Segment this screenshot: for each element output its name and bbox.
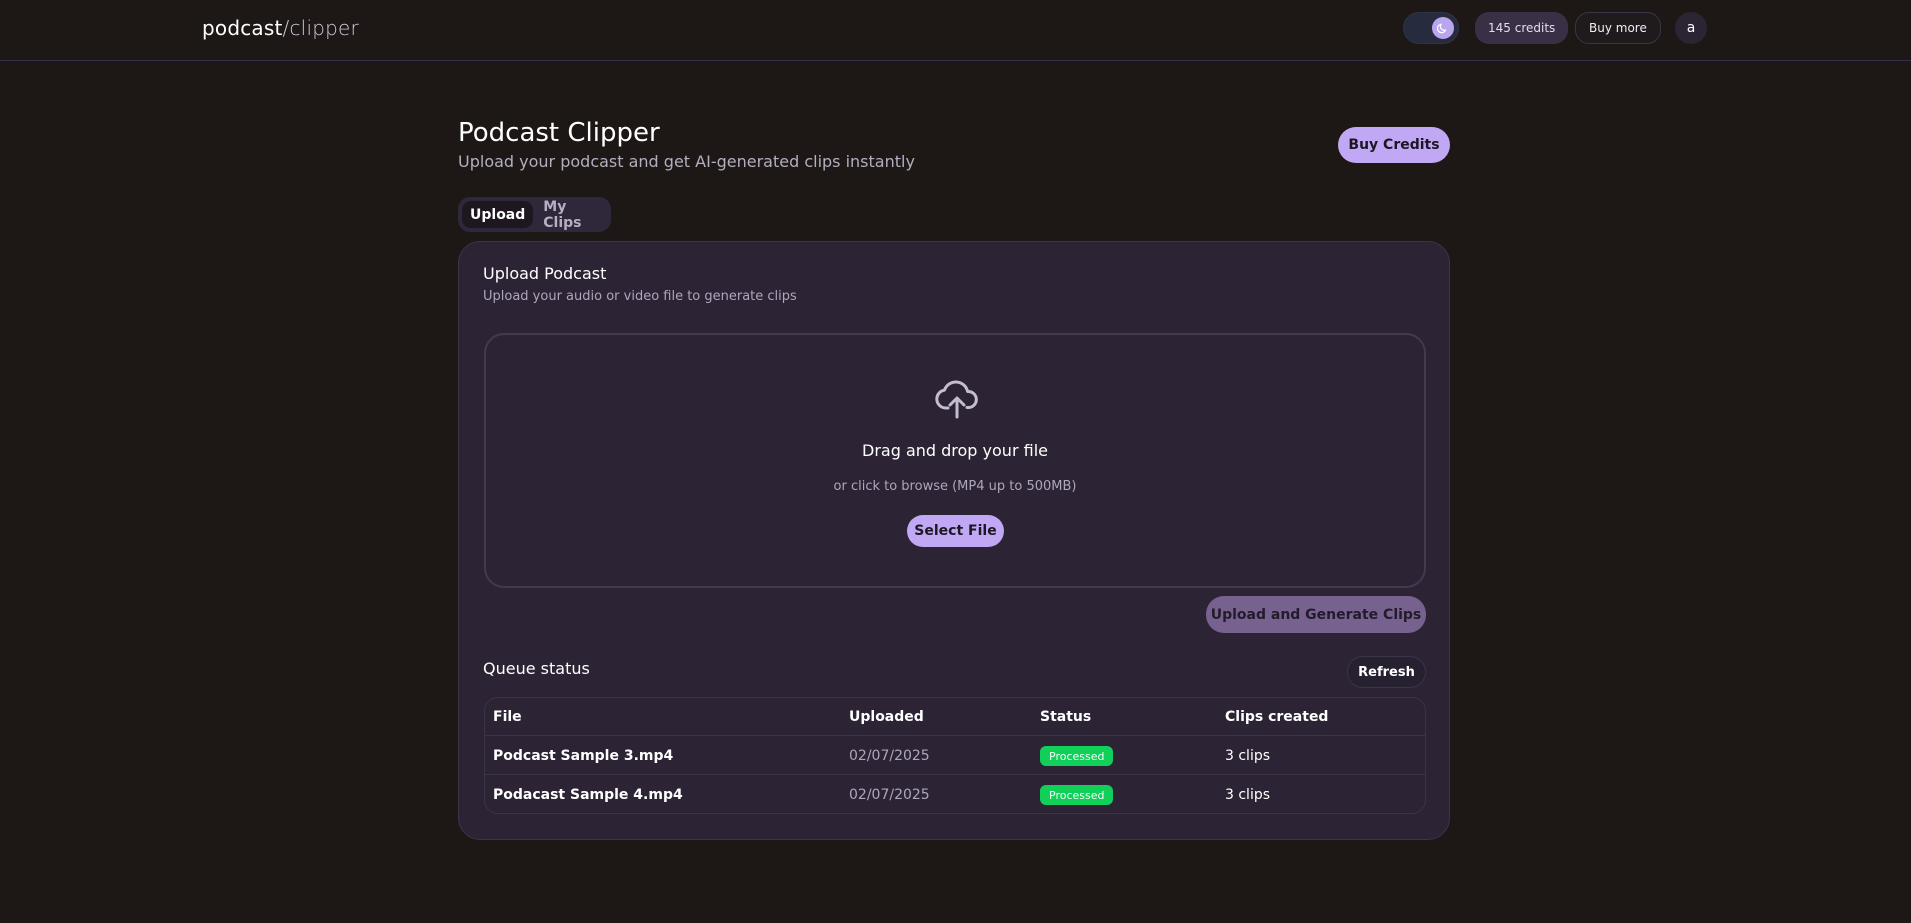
status-badge: Processed: [1040, 785, 1114, 805]
tab-upload[interactable]: Upload: [462, 201, 534, 228]
buy-more-button[interactable]: Buy more: [1575, 12, 1661, 44]
brand-secondary: /clipper: [282, 16, 359, 40]
status-cell: Processed: [1040, 776, 1114, 813]
brand-primary: podcast: [202, 16, 283, 40]
tab-my-clips[interactable]: My Clips: [535, 199, 607, 231]
file-dropzone[interactable]: Drag and drop your file or click to brow…: [484, 333, 1426, 588]
column-header-clips: Clips created: [1225, 709, 1329, 725]
table-header-row: File Uploaded Status Clips created: [485, 698, 1425, 736]
status-cell: Processed: [1040, 737, 1114, 775]
upload-date: 02/07/2025: [849, 787, 930, 803]
dropzone-title: Drag and drop your file: [862, 441, 1048, 460]
tab-list: Upload My Clips: [458, 197, 611, 232]
column-header-status: Status: [1040, 709, 1092, 725]
upload-date: 02/07/2025: [849, 748, 930, 764]
upload-generate-button[interactable]: Upload and Generate Clips: [1206, 596, 1426, 633]
card-title: Upload Podcast: [483, 264, 607, 283]
clips-count: 3 clips: [1225, 748, 1271, 764]
top-bar: podcast/clipper 145 credits Buy more a: [0, 0, 1911, 61]
page-title: Podcast Clipper: [458, 118, 660, 148]
card-subtitle: Upload your audio or video file to gener…: [483, 289, 797, 304]
credits-badge: 145 credits: [1475, 12, 1569, 44]
theme-toggle[interactable]: [1403, 12, 1459, 44]
select-file-button[interactable]: Select File: [907, 515, 1004, 547]
file-name: Podcast Sample 3.mp4: [493, 748, 674, 764]
clips-count: 3 clips: [1225, 787, 1271, 803]
table-row: Podcast Sample 3.mp4 02/07/2025 Processe…: [485, 737, 1425, 775]
file-name: Podacast Sample 4.mp4: [493, 787, 683, 803]
refresh-button[interactable]: Refresh: [1347, 656, 1426, 688]
buy-credits-button[interactable]: Buy Credits: [1338, 127, 1450, 163]
status-badge: Processed: [1040, 746, 1114, 766]
column-header-file: File: [493, 709, 522, 725]
table-row: Podacast Sample 4.mp4 02/07/2025 Process…: [485, 776, 1425, 813]
cloud-upload-icon: [935, 380, 978, 419]
dropzone-hint: or click to browse (MP4 up to 500MB): [833, 479, 1077, 494]
queue-table: File Uploaded Status Clips created Podca…: [484, 697, 1426, 814]
brand-logo[interactable]: podcast/clipper: [202, 16, 359, 40]
upload-card: Upload Podcast Upload your audio or vide…: [458, 241, 1450, 840]
page-subtitle: Upload your podcast and get AI-generated…: [458, 152, 915, 171]
column-header-uploaded: Uploaded: [849, 709, 924, 725]
queue-status-title: Queue status: [483, 659, 590, 678]
moon-icon: [1432, 17, 1454, 39]
user-avatar[interactable]: a: [1675, 12, 1707, 44]
